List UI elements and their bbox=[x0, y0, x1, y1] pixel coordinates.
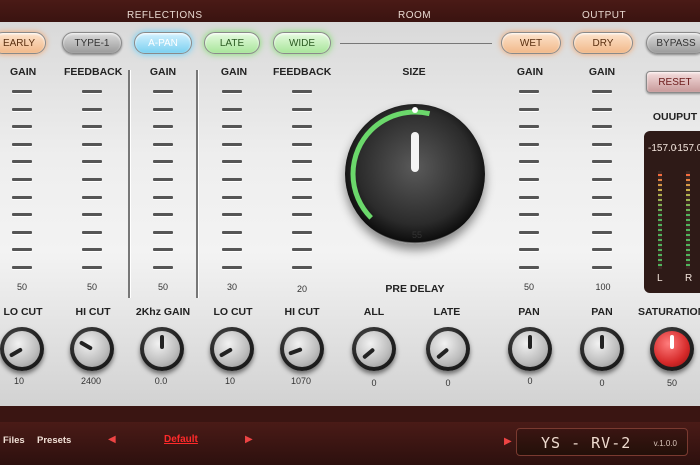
fader-label: GAIN bbox=[149, 66, 177, 78]
fader-label: FEEDBACK bbox=[273, 66, 332, 78]
version-label: v.1.0.0 bbox=[653, 439, 677, 448]
knob-label: 2Khz GAIN bbox=[135, 306, 191, 318]
meter-left-readout: -157.0 bbox=[648, 143, 677, 154]
fader-label: FEEDBACK bbox=[64, 66, 123, 78]
dry-pan-knob[interactable] bbox=[580, 327, 624, 371]
feedback-fader[interactable] bbox=[292, 90, 312, 270]
brand-arrow-icon: ▶ bbox=[504, 436, 512, 447]
gain-fader[interactable] bbox=[12, 90, 32, 270]
knob-label: SATURATION bbox=[638, 306, 700, 318]
size-label: SIZE bbox=[402, 66, 426, 78]
knob-label: LO CUT bbox=[3, 306, 43, 318]
pre-delay-all-knob[interactable] bbox=[352, 327, 396, 371]
knob-value: 0 bbox=[371, 378, 377, 388]
knob-value: 10 bbox=[224, 376, 235, 386]
prev-preset-arrow-icon[interactable]: ◀ bbox=[108, 434, 116, 445]
section-divider bbox=[128, 70, 130, 298]
fader-label: GAIN bbox=[516, 66, 544, 78]
size-value: 55 bbox=[411, 230, 422, 240]
size-knob[interactable] bbox=[345, 104, 485, 244]
knob-value: 50 bbox=[666, 378, 677, 388]
section-divider bbox=[196, 70, 198, 298]
wide-toggle[interactable]: WIDE bbox=[273, 32, 331, 54]
early-toggle[interactable]: EARLY bbox=[0, 32, 46, 54]
dry-gain-fader[interactable] bbox=[592, 90, 612, 270]
pre-delay-label: PRE DELAY bbox=[385, 283, 445, 295]
knob-label: LATE bbox=[433, 306, 461, 318]
meter-title: OUUPUT bbox=[652, 111, 698, 123]
fader-value: 50 bbox=[157, 282, 168, 292]
knob-value: 0 bbox=[445, 378, 451, 388]
meter-right-bar bbox=[686, 171, 690, 269]
pre-delay-late-knob[interactable] bbox=[426, 327, 470, 371]
knob-label: PAN bbox=[591, 306, 613, 318]
meter-right-label: R bbox=[685, 273, 693, 284]
room-divider bbox=[340, 43, 492, 44]
bypass-button[interactable]: BYPASS bbox=[646, 32, 700, 54]
gain-fader[interactable] bbox=[222, 90, 242, 270]
gain-fader[interactable] bbox=[153, 90, 173, 270]
knob-label: HI CUT bbox=[75, 306, 111, 318]
hi-cut-knob[interactable] bbox=[280, 327, 324, 371]
meter-left-bar bbox=[658, 171, 662, 269]
panel-bottom-edge bbox=[0, 406, 700, 422]
room-section-label: ROOM bbox=[398, 10, 432, 21]
size-knob-ring bbox=[350, 107, 480, 239]
meter-right-readout: -157.0 bbox=[674, 143, 700, 154]
output-meter: -157.0 -157.0 L R bbox=[644, 131, 700, 293]
knob-value: 0 bbox=[527, 376, 533, 386]
apan-toggle[interactable]: A-PAN bbox=[134, 32, 192, 54]
knob-value: 0.0 bbox=[154, 376, 168, 386]
2khz-gain-knob[interactable] bbox=[140, 327, 184, 371]
fader-label: GAIN bbox=[10, 66, 37, 78]
type1-toggle[interactable]: TYPE-1 bbox=[62, 32, 122, 54]
knob-label: PAN bbox=[518, 306, 540, 318]
knob-label: ALL bbox=[363, 306, 385, 318]
meter-left-label: L bbox=[657, 273, 663, 284]
saturation-knob[interactable] bbox=[650, 327, 694, 371]
reflections-section-label: REFLECTIONS bbox=[127, 10, 203, 21]
brand-plate: YS - RV-2 v.1.0.0 bbox=[516, 428, 688, 456]
hi-cut-knob[interactable] bbox=[70, 327, 114, 371]
dry-toggle[interactable]: DRY bbox=[573, 32, 633, 54]
feedback-fader[interactable] bbox=[82, 90, 102, 270]
fader-value: 50 bbox=[523, 282, 534, 292]
wet-toggle[interactable]: WET bbox=[501, 32, 561, 54]
lo-cut-knob[interactable] bbox=[0, 327, 44, 371]
fader-value: 50 bbox=[86, 282, 97, 292]
fader-value: 50 bbox=[16, 282, 27, 292]
fader-value: 100 bbox=[595, 282, 611, 292]
reset-button[interactable]: RESET bbox=[646, 71, 700, 93]
next-preset-arrow-icon[interactable]: ▶ bbox=[245, 434, 253, 445]
knob-value: 1070 bbox=[290, 376, 312, 386]
presets-menu[interactable]: Presets bbox=[37, 435, 71, 446]
brand-name: YS - RV-2 bbox=[541, 434, 632, 452]
knob-label: HI CUT bbox=[284, 306, 320, 318]
lo-cut-knob[interactable] bbox=[210, 327, 254, 371]
fader-value: 30 bbox=[226, 282, 237, 292]
fader-value: 20 bbox=[296, 284, 307, 294]
fader-label: GAIN bbox=[220, 66, 248, 78]
late-toggle[interactable]: LATE bbox=[204, 32, 260, 54]
preset-name[interactable]: Default bbox=[164, 434, 198, 445]
knob-value: 10 bbox=[13, 376, 24, 386]
wet-pan-knob[interactable] bbox=[508, 327, 552, 371]
knob-value: 0 bbox=[599, 378, 605, 388]
files-menu[interactable]: Files bbox=[3, 435, 25, 446]
knob-label: LO CUT bbox=[213, 306, 253, 318]
output-section-label: OUTPUT bbox=[582, 10, 627, 21]
wet-gain-fader[interactable] bbox=[519, 90, 539, 270]
knob-value: 2400 bbox=[80, 376, 102, 386]
fader-label: GAIN bbox=[588, 66, 616, 78]
